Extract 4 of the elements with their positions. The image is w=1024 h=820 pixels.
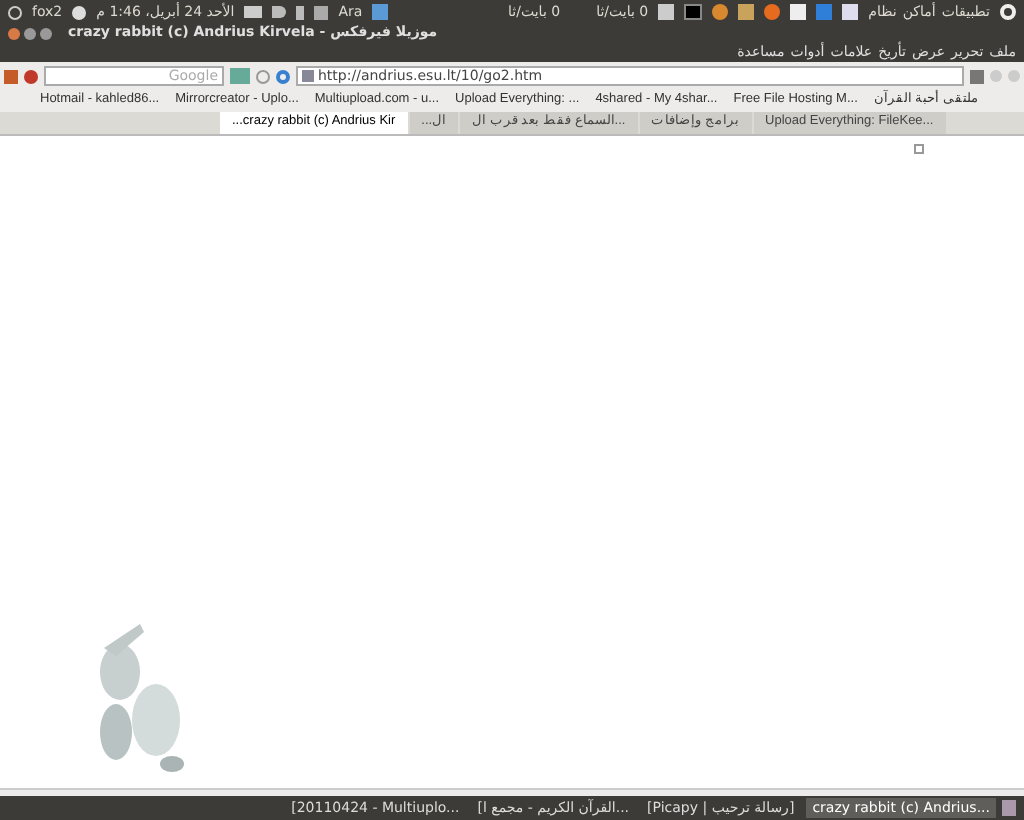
maximize-button[interactable] <box>40 27 52 39</box>
terminal-icon <box>684 4 703 20</box>
close-button[interactable] <box>8 27 20 39</box>
minimize-button[interactable] <box>24 27 36 39</box>
